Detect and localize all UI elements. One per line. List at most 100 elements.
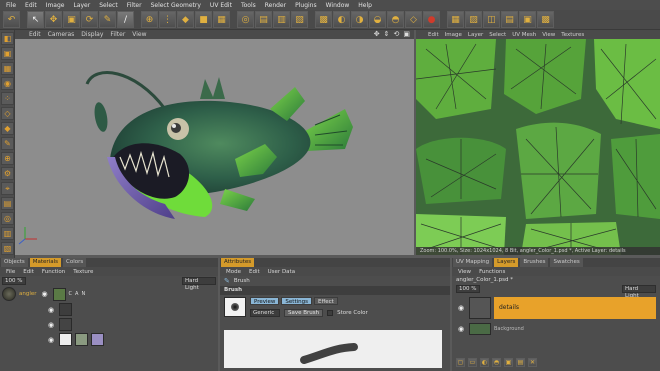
subtab-preview[interactable]: Preview — [250, 297, 280, 305]
color-channel-thumbnail[interactable] — [52, 287, 66, 301]
stamp-icon[interactable]: ◑ — [351, 11, 368, 28]
menu-function[interactable]: Function — [42, 269, 65, 275]
menu-user-data[interactable]: User Data — [268, 269, 295, 275]
texture-view-icon[interactable]: ▧ — [291, 11, 308, 28]
tab-materials[interactable]: Materials — [29, 258, 61, 267]
preferences-icon[interactable]: ▩ — [537, 11, 554, 28]
menu-select[interactable]: Select — [99, 2, 118, 9]
menu-file[interactable]: File — [6, 2, 16, 9]
material-opacity-field[interactable]: 100 % — [2, 277, 26, 285]
rotate-icon[interactable]: ⟳ — [81, 11, 98, 28]
menu-functions[interactable]: Functions — [479, 269, 505, 275]
uv-editor-panel[interactable]: Edit Image Layer Select UV Mesh View Textures — [416, 30, 660, 255]
perspective-viewport[interactable]: Edit Cameras Display Filter View ✥ ⇕ ⟲ ▣ — [15, 30, 414, 255]
move-view-icon[interactable]: ✥ — [374, 30, 380, 38]
menu-select-geometry[interactable]: Select Geometry — [151, 2, 201, 9]
menu-file[interactable]: File — [6, 269, 15, 275]
paint-brush-icon[interactable]: / — [117, 11, 134, 28]
workplane-icon[interactable]: ▤ — [1, 197, 14, 210]
rotate-view-icon[interactable]: ⟲ — [394, 30, 400, 38]
viewport-menu-edit[interactable]: Edit — [29, 31, 41, 38]
uv-menu-image[interactable]: Image — [445, 32, 462, 38]
layer-row-background[interactable]: ◉ Background — [456, 322, 656, 336]
settings-icon[interactable]: ▦ — [447, 11, 464, 28]
uv-menu-view[interactable]: View — [542, 32, 555, 38]
uv-points-icon[interactable]: ⋮ — [159, 11, 176, 28]
options-icon[interactable]: ▣ — [519, 11, 536, 28]
menu-image[interactable]: Image — [46, 2, 65, 9]
paint-mode-icon[interactable]: ■ — [195, 11, 212, 28]
layer-thumbnail[interactable] — [59, 333, 72, 346]
uv-mode-icon[interactable]: ◉ — [1, 77, 14, 90]
smudge-icon[interactable]: ◓ — [387, 11, 404, 28]
menu-layer[interactable]: Layer — [73, 2, 90, 9]
uv-menu-edit[interactable]: Edit — [428, 32, 439, 38]
panel-icon[interactable]: ▤ — [501, 11, 518, 28]
axis-tool-icon[interactable]: ⊕ — [1, 152, 14, 165]
maximize-view-icon[interactable]: ▣ — [403, 30, 410, 38]
layer-eye-icon[interactable]: ◉ — [46, 335, 56, 345]
menu-uv-edit[interactable]: UV Edit — [210, 2, 232, 9]
tab-uv-mapping[interactable]: UV Mapping — [453, 258, 493, 267]
menu-render[interactable]: Render — [265, 2, 286, 9]
render-settings-icon[interactable]: ▧ — [1, 242, 14, 255]
layout-icon[interactable]: ▨ — [465, 11, 482, 28]
edges-mode-icon[interactable]: ◇ — [1, 107, 14, 120]
menu-plugins[interactable]: Plugins — [295, 2, 317, 9]
viewport-menu-filter[interactable]: Filter — [110, 31, 125, 38]
layer-thumbnail[interactable] — [59, 303, 72, 316]
viewport-canvas[interactable] — [15, 39, 414, 255]
grid-icon[interactable]: ▤ — [255, 11, 272, 28]
tab-swatches[interactable]: Swatches — [550, 258, 583, 267]
uv-menu-textures[interactable]: Textures — [561, 32, 584, 38]
scale-icon[interactable]: ▣ — [63, 11, 80, 28]
delete-layer-icon[interactable]: ✕ — [528, 358, 537, 367]
layer-thumbnail[interactable] — [75, 333, 88, 346]
eraser-icon[interactable]: ◇ — [405, 11, 422, 28]
move-icon[interactable]: ✥ — [45, 11, 62, 28]
new-layer-icon[interactable]: ▢ — [456, 358, 465, 367]
clone-icon[interactable]: ◒ — [369, 11, 386, 28]
uv-polygons-icon[interactable]: ◆ — [177, 11, 194, 28]
layer-blend-mode[interactable]: Hard Light — [622, 285, 656, 299]
layer-thumbnail[interactable] — [91, 333, 104, 346]
mask-icon[interactable]: ◐ — [480, 358, 489, 367]
menu-view[interactable]: View — [458, 269, 471, 275]
menu-window[interactable]: Window — [326, 2, 350, 9]
world-axis-icon[interactable]: ⊕ — [141, 11, 158, 28]
texture-mode-icon[interactable]: ▦ — [1, 62, 14, 75]
brush-preset-dropdown[interactable]: Generic — [250, 309, 280, 317]
menu-edit[interactable]: Edit — [23, 269, 34, 275]
tab-brushes[interactable]: Brushes — [520, 258, 549, 267]
brush-icon[interactable]: ✎ — [99, 11, 116, 28]
tweak-tool-icon[interactable]: ⚙ — [1, 167, 14, 180]
visibility-eye-icon[interactable]: ◉ — [40, 289, 50, 299]
material-preview-sphere[interactable] — [2, 287, 16, 301]
fx-icon[interactable]: ◓ — [492, 358, 501, 367]
layer-eye-icon[interactable]: ◉ — [456, 303, 466, 313]
tab-layers[interactable]: Layers — [494, 258, 519, 267]
render-icon[interactable]: ● — [423, 11, 440, 28]
uv-menu-uv-mesh[interactable]: UV Mesh — [512, 32, 536, 38]
layer-mode-icon[interactable]: ▥ — [273, 11, 290, 28]
uv-texture-canvas[interactable] — [416, 39, 660, 255]
layer-opacity-field[interactable]: 100 % — [456, 285, 480, 293]
menu-edit[interactable]: Edit — [249, 269, 260, 275]
fill-icon[interactable]: ▩ — [315, 11, 332, 28]
undo-icon[interactable]: ↶ — [3, 11, 20, 28]
uv-edges-icon[interactable]: ▦ — [213, 11, 230, 28]
uv-menu-layer[interactable]: Layer — [468, 32, 483, 38]
layer-eye-icon[interactable]: ◉ — [456, 324, 466, 334]
view-icon[interactable]: ◫ — [483, 11, 500, 28]
layer-eye-icon[interactable]: ◉ — [46, 305, 56, 315]
model-mode-icon[interactable]: ◧ — [1, 32, 14, 45]
wrap-icon[interactable]: ◐ — [333, 11, 350, 28]
tab-attributes[interactable]: Attributes — [221, 258, 255, 267]
viewport-menu-view[interactable]: View — [132, 31, 146, 38]
menu-help[interactable]: Help — [358, 2, 372, 9]
subtab-settings[interactable]: Settings — [281, 297, 312, 305]
live-selection-icon[interactable]: ↖ — [27, 11, 44, 28]
menu-edit[interactable]: Edit — [25, 2, 37, 9]
menu-filter[interactable]: Filter — [127, 2, 142, 9]
layer-eye-icon[interactable]: ◉ — [46, 320, 56, 330]
